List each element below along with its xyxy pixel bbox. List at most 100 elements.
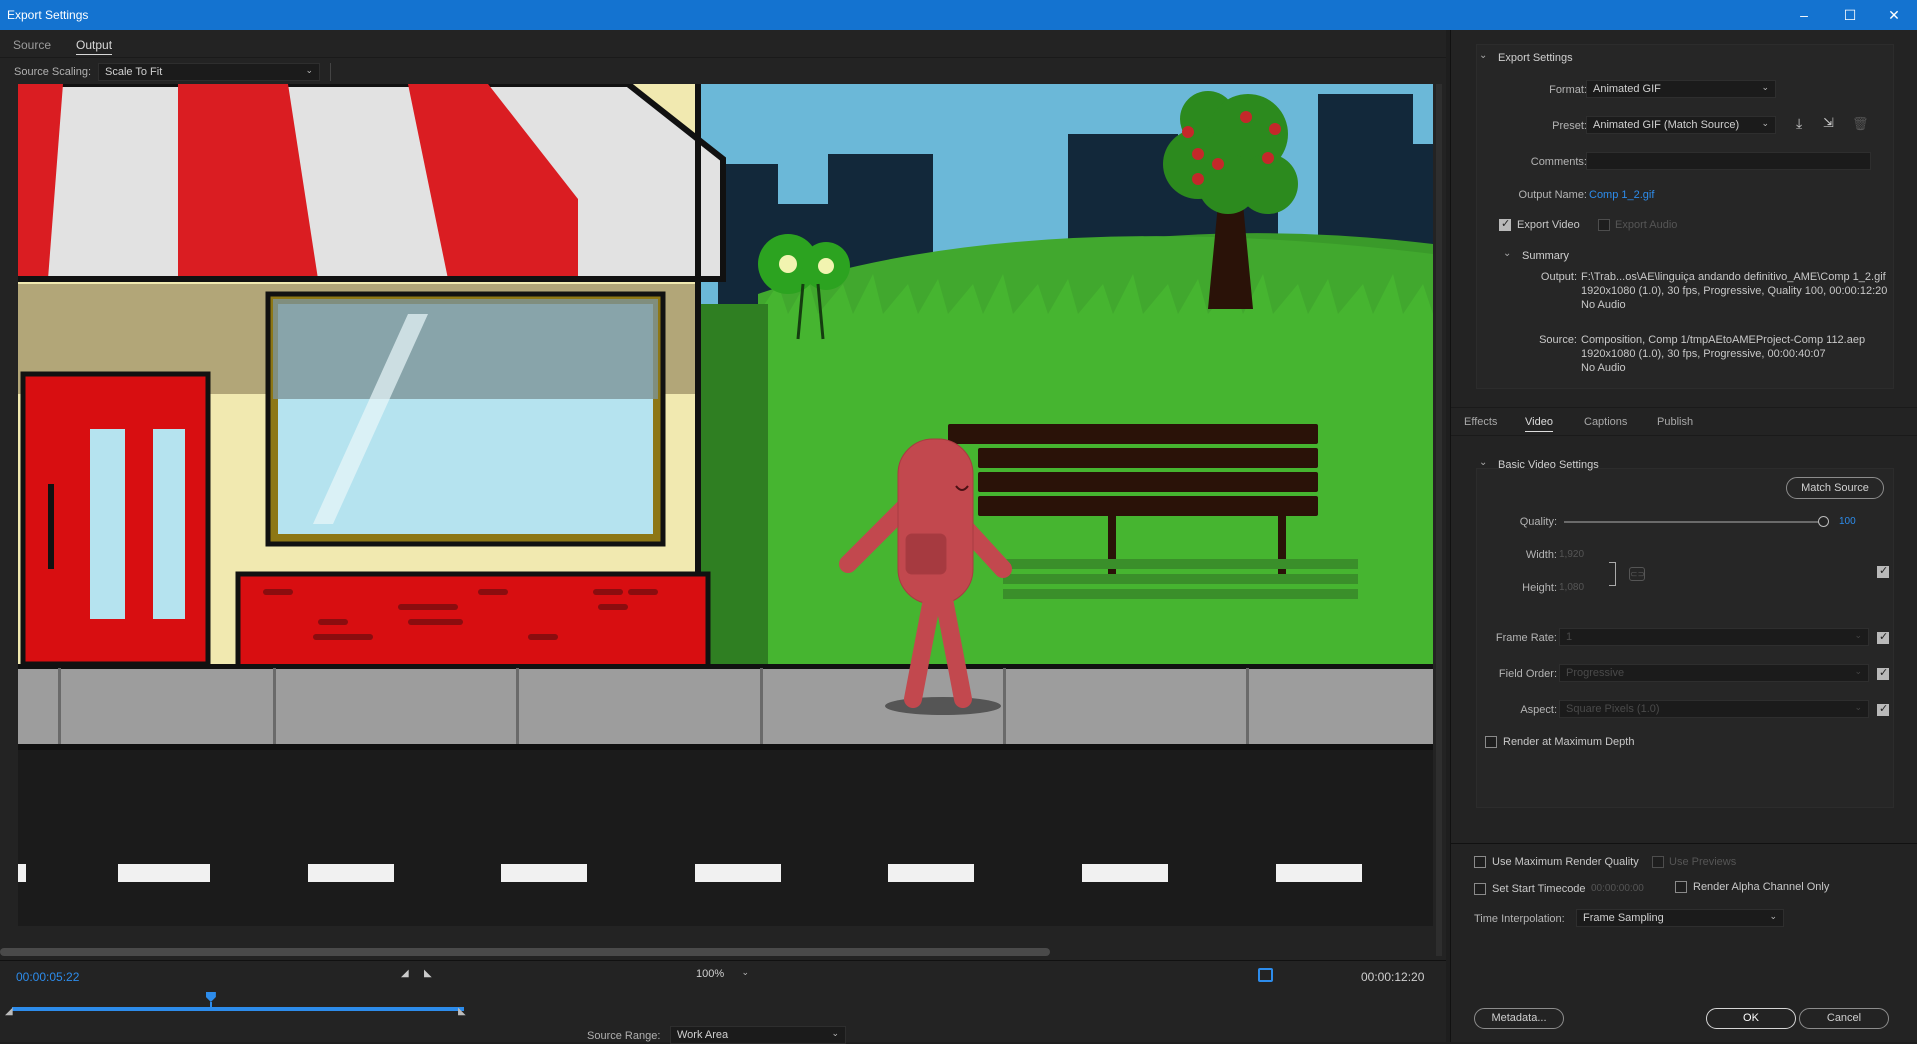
source-scaling-value: Scale To Fit xyxy=(105,66,163,78)
tab-effects[interactable]: Effects xyxy=(1464,416,1497,428)
preset-label: Preset: xyxy=(1552,120,1587,132)
save-preset-icon[interactable]: ⤓ xyxy=(1796,115,1802,132)
preview-panel: Source Output Source Scaling: Scale To F… xyxy=(0,30,1446,1044)
basic-video-title: Basic Video Settings xyxy=(1498,459,1599,471)
frame-rate-checkbox[interactable] xyxy=(1877,630,1889,644)
constrain-bracket xyxy=(1609,562,1616,586)
set-in-point-icon[interactable]: ◢ xyxy=(401,968,409,979)
export-audio-checkbox[interactable] xyxy=(1598,219,1610,231)
use-previews-checkbox[interactable] xyxy=(1652,856,1664,868)
tab-video[interactable]: Video xyxy=(1525,416,1553,432)
frame-rate-label: Frame Rate: xyxy=(1495,632,1557,644)
chevron-down-icon: ⌄ xyxy=(1854,666,1862,676)
work-area-bar[interactable] xyxy=(12,1007,464,1011)
field-order-label: Field Order: xyxy=(1498,668,1557,680)
quality-slider[interactable] xyxy=(1564,521,1824,523)
tab-source[interactable]: Source xyxy=(13,38,51,52)
source-scaling-dropdown[interactable]: Scale To Fit ⌄ xyxy=(98,63,320,81)
link-icon[interactable]: ⊂⊃ xyxy=(1629,567,1645,581)
chevron-down-icon: ⌄ xyxy=(1769,911,1777,921)
preview-scrollbar[interactable] xyxy=(0,948,1050,956)
aspect-ratio-icon[interactable] xyxy=(1258,968,1273,982)
source-range-label: Source Range: xyxy=(587,1030,661,1042)
chevron-down-icon: ⌄ xyxy=(305,65,313,75)
work-area-start-handle[interactable]: ◢ xyxy=(5,1006,13,1017)
frame-rate-dropdown[interactable]: 1 ⌄ xyxy=(1559,628,1869,646)
aspect-dropdown[interactable]: Square Pixels (1.0) ⌄ xyxy=(1559,700,1869,718)
preview-frame-image xyxy=(18,84,1433,926)
quality-slider-thumb[interactable] xyxy=(1818,516,1829,527)
chevron-down-icon: ⌄ xyxy=(1854,630,1862,640)
settings-panel: ⌄ Export Settings Format: Animated GIF ⌄… xyxy=(1450,30,1917,1042)
preview-vscrollbar[interactable] xyxy=(1436,84,1442,956)
chevron-down-icon[interactable]: ⌄ xyxy=(1479,457,1487,468)
preset-dropdown[interactable]: Animated GIF (Match Source) ⌄ xyxy=(1586,116,1776,134)
metadata-button[interactable]: Metadata... xyxy=(1474,1008,1564,1029)
chevron-down-icon: ⌄ xyxy=(1761,118,1769,128)
time-interp-dropdown[interactable]: Frame Sampling ⌄ xyxy=(1576,909,1784,927)
tab-publish[interactable]: Publish xyxy=(1657,416,1693,428)
chevron-down-icon[interactable]: ⌄ xyxy=(1479,50,1487,61)
width-label: Width: xyxy=(1525,549,1557,561)
import-preset-icon[interactable]: ⇲ xyxy=(1823,115,1834,131)
use-previews-label: Use Previews xyxy=(1669,856,1737,868)
output-name-link[interactable]: Comp 1_2.gif xyxy=(1589,189,1654,201)
source-range-dropdown[interactable]: Work Area ⌄ xyxy=(670,1026,846,1044)
quality-label: Quality: xyxy=(1519,516,1557,528)
format-value: Animated GIF xyxy=(1593,83,1661,95)
source-scaling-label: Source Scaling: xyxy=(14,66,92,78)
summary-source-line: Composition, Comp 1/tmpAEtoAMEProject-Co… xyxy=(1581,334,1866,346)
summary-source-line: 1920x1080 (1.0), 30 fps, Progressive, 00… xyxy=(1581,348,1826,360)
ok-button[interactable]: OK xyxy=(1706,1008,1796,1029)
playhead[interactable] xyxy=(205,992,216,1010)
window-title: Export Settings xyxy=(7,8,89,22)
set-start-timecode-checkbox[interactable] xyxy=(1474,883,1486,895)
field-order-dropdown[interactable]: Progressive ⌄ xyxy=(1559,664,1869,682)
work-area-end-handle[interactable]: ◣ xyxy=(458,1006,466,1017)
quality-value[interactable]: 100 xyxy=(1839,516,1856,527)
preset-value: Animated GIF (Match Source) xyxy=(1593,119,1740,131)
chevron-down-icon: ⌄ xyxy=(1761,82,1769,92)
frame-rate-value: 1 xyxy=(1566,631,1573,643)
aspect-checkbox[interactable] xyxy=(1877,702,1889,716)
delete-preset-icon[interactable]: 🗑 xyxy=(1852,116,1869,132)
tab-captions[interactable]: Captions xyxy=(1584,416,1627,428)
export-video-checkbox[interactable] xyxy=(1499,217,1511,231)
summary-output-label: Output: xyxy=(1540,271,1577,283)
field-order-checkbox[interactable] xyxy=(1877,666,1889,680)
render-alpha-label: Render Alpha Channel Only xyxy=(1693,881,1830,893)
max-render-quality-checkbox[interactable] xyxy=(1474,856,1486,868)
match-source-button[interactable]: Match Source xyxy=(1786,477,1884,499)
end-timecode: 00:00:12:20 xyxy=(1361,970,1425,984)
field-order-value: Progressive xyxy=(1566,667,1625,679)
export-audio-label: Export Audio xyxy=(1615,219,1678,231)
render-alpha-checkbox[interactable] xyxy=(1675,881,1687,893)
summary-source-line: No Audio xyxy=(1581,362,1626,374)
tab-output[interactable]: Output xyxy=(76,38,113,55)
export-video-label: Export Video xyxy=(1517,219,1580,231)
comments-input[interactable] xyxy=(1586,152,1871,170)
close-icon[interactable]: ✕ xyxy=(1871,0,1917,30)
start-timecode-value[interactable]: 00:00:00:00 xyxy=(1591,883,1644,894)
chevron-down-icon[interactable]: ⌄ xyxy=(1503,248,1511,259)
export-settings-title: Export Settings xyxy=(1498,52,1573,64)
width-height-checkbox[interactable] xyxy=(1877,564,1889,578)
height-value[interactable]: 1,080 xyxy=(1559,582,1584,593)
set-out-point-icon[interactable]: ◣ xyxy=(424,968,432,979)
output-name-label: Output Name: xyxy=(1518,189,1587,201)
render-max-depth-checkbox[interactable] xyxy=(1485,736,1497,748)
summary-output-line: 1920x1080 (1.0), 30 fps, Progressive, Qu… xyxy=(1581,285,1888,297)
aspect-label: Aspect: xyxy=(1520,704,1557,716)
minimize-icon[interactable]: – xyxy=(1781,0,1827,30)
zoom-dropdown[interactable]: 100% ⌄ xyxy=(690,966,755,984)
current-timecode[interactable]: 00:00:05:22 xyxy=(16,970,79,984)
maximize-icon[interactable]: ☐ xyxy=(1827,0,1873,30)
comments-label: Comments: xyxy=(1530,156,1587,168)
format-dropdown[interactable]: Animated GIF ⌄ xyxy=(1586,80,1776,98)
width-value[interactable]: 1,920 xyxy=(1559,549,1584,560)
cancel-button[interactable]: Cancel xyxy=(1799,1008,1889,1029)
time-interp-label: Time Interpolation: xyxy=(1474,913,1565,925)
chevron-down-icon: ⌄ xyxy=(1854,702,1862,712)
title-bar: Export Settings – ☐ ✕ xyxy=(0,0,1917,30)
format-label: Format: xyxy=(1549,84,1587,96)
